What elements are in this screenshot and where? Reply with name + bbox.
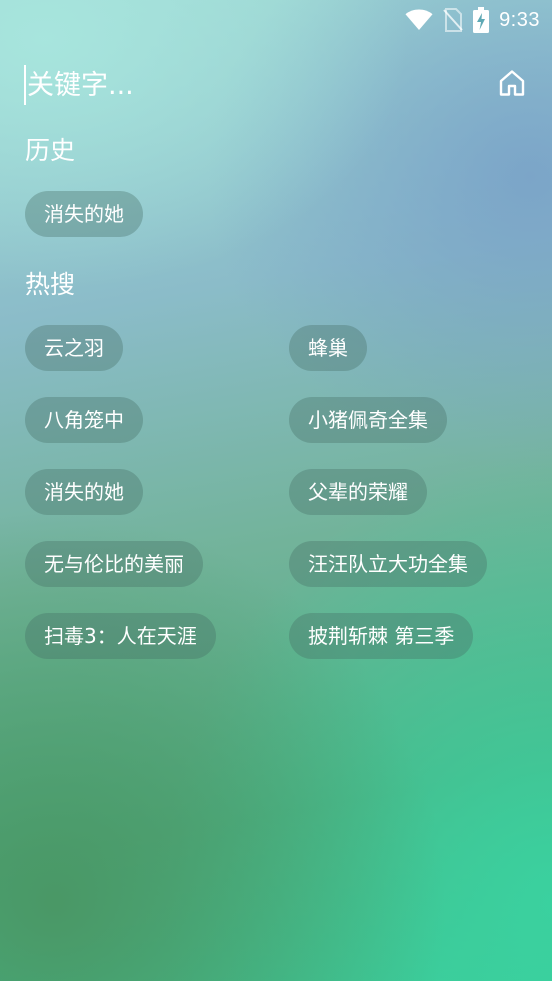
search-input[interactable] xyxy=(27,63,494,107)
home-icon xyxy=(497,68,527,102)
hot-search-chip[interactable]: 披荆斩棘 第三季 xyxy=(289,613,474,659)
history-chip[interactable]: 消失的她 xyxy=(25,191,143,237)
history-title: 历史 xyxy=(25,136,76,165)
hot-search-chip[interactable]: 扫毒3：人在天涯 xyxy=(25,613,216,659)
status-time: 9:33 xyxy=(499,8,540,31)
hot-search-chip[interactable]: 蜂巢 xyxy=(289,325,367,371)
status-bar: 9:33 xyxy=(405,0,540,40)
text-cursor xyxy=(24,65,26,105)
hot-search-chip[interactable]: 小猪佩奇全集 xyxy=(289,397,447,443)
no-sim-icon xyxy=(443,8,463,32)
search-bar xyxy=(24,60,530,110)
hot-search-chip[interactable]: 消失的她 xyxy=(25,469,143,515)
hot-search-chip[interactable]: 父辈的荣耀 xyxy=(289,469,427,515)
hot-search-chip[interactable]: 云之羽 xyxy=(25,325,123,371)
battery-charging-icon xyxy=(473,7,490,33)
hot-search-chip[interactable]: 八角笼中 xyxy=(25,397,143,443)
hot-search-chip[interactable]: 汪汪队立大功全集 xyxy=(289,541,487,587)
wifi-icon xyxy=(405,9,433,31)
hot-search-title: 热搜 xyxy=(25,270,76,299)
home-button[interactable] xyxy=(494,67,530,103)
hot-search-chip[interactable]: 无与伦比的美丽 xyxy=(25,541,203,587)
search-screen: 9:33 历史 消失的她 热搜 云之羽 蜂巢 八角笼中 小猪佩奇全集 消失的她 … xyxy=(0,0,552,981)
